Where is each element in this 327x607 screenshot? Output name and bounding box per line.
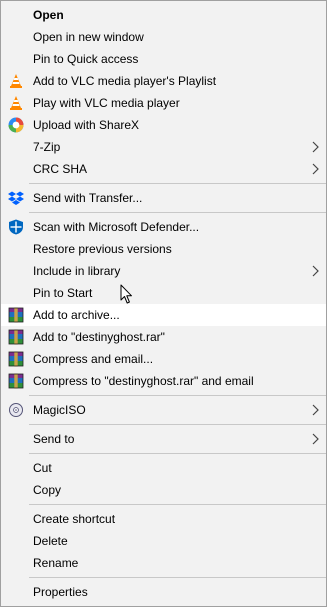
menu-item-label: Copy [33, 483, 62, 497]
menu-item-magiciso[interactable]: MagicISO [1, 399, 326, 421]
menu-item-7zip[interactable]: 7-Zip [1, 136, 326, 158]
menu-item-sharex-upload[interactable]: Upload with ShareX [1, 114, 326, 136]
winrar-icon [8, 329, 24, 345]
chevron-right-icon [312, 265, 319, 277]
menu-item-label: Pin to Start [33, 286, 93, 300]
menu-item-vlc-play[interactable]: Play with VLC media player [1, 92, 326, 114]
menu-item-pin-quick-access[interactable]: Pin to Quick access [1, 48, 326, 70]
chevron-right-icon [312, 141, 319, 153]
menu-item-copy[interactable]: Copy [1, 479, 326, 501]
menu-item-label: Include in library [33, 264, 121, 278]
menu-item-defender-scan[interactable]: Scan with Microsoft Defender... [1, 216, 326, 238]
menu-item-label: 7-Zip [33, 140, 61, 154]
menu-separator [29, 453, 326, 454]
menu-item-label: Add to archive... [33, 308, 120, 322]
dropbox-icon [8, 191, 24, 205]
menu-separator [29, 395, 326, 396]
menu-item-label: Compress and email... [33, 352, 154, 366]
menu-item-label: Add to VLC media player's Playlist [33, 74, 217, 88]
menu-item-vlc-playlist[interactable]: Add to VLC media player's Playlist [1, 70, 326, 92]
menu-separator [29, 504, 326, 505]
menu-item-label: Rename [33, 556, 79, 570]
menu-item-create-shortcut[interactable]: Create shortcut [1, 508, 326, 530]
magiciso-icon [9, 403, 23, 417]
menu-item-compress-to-rar-email[interactable]: Compress to "destinyghost.rar" and email [1, 370, 326, 392]
menu-item-delete[interactable]: Delete [1, 530, 326, 552]
menu-item-open-new-window[interactable]: Open in new window [1, 26, 326, 48]
winrar-icon [8, 307, 24, 323]
menu-item-label: Scan with Microsoft Defender... [33, 220, 200, 234]
chevron-right-icon [312, 433, 319, 445]
sharex-icon [8, 117, 24, 133]
menu-separator [29, 577, 326, 578]
winrar-icon [8, 351, 24, 367]
menu-item-label: CRC SHA [33, 162, 88, 176]
menu-item-add-to-archive[interactable]: Add to archive... [1, 304, 326, 326]
menu-item-label: Cut [33, 461, 52, 475]
menu-item-label: Pin to Quick access [33, 52, 139, 66]
menu-item-pin-start[interactable]: Pin to Start [1, 282, 326, 304]
chevron-right-icon [312, 404, 319, 416]
menu-item-open[interactable]: Open [1, 4, 326, 26]
menu-item-label: Upload with ShareX [33, 118, 140, 132]
menu-separator [29, 183, 326, 184]
menu-item-label: Open in new window [33, 30, 144, 44]
menu-item-rename[interactable]: Rename [1, 552, 326, 574]
menu-item-restore-versions[interactable]: Restore previous versions [1, 238, 326, 260]
menu-item-properties[interactable]: Properties [1, 581, 326, 603]
menu-separator [29, 212, 326, 213]
menu-item-label: Properties [33, 585, 88, 599]
vlc-icon [10, 74, 22, 88]
menu-item-send-with-transfer[interactable]: Send with Transfer... [1, 187, 326, 209]
menu-item-include-library[interactable]: Include in library [1, 260, 326, 282]
menu-item-label: Delete [33, 534, 68, 548]
menu-item-label: MagicISO [33, 403, 86, 417]
menu-item-compress-email[interactable]: Compress and email... [1, 348, 326, 370]
menu-item-label: Open [33, 8, 64, 22]
menu-item-label: Restore previous versions [33, 242, 172, 256]
context-menu: Open Open in new window Pin to Quick acc… [0, 0, 327, 607]
menu-item-crc-sha[interactable]: CRC SHA [1, 158, 326, 180]
menu-item-label: Play with VLC media player [33, 96, 180, 110]
menu-separator [29, 424, 326, 425]
menu-item-send-to[interactable]: Send to [1, 428, 326, 450]
menu-item-label: Send with Transfer... [33, 191, 143, 205]
menu-item-label: Create shortcut [33, 512, 116, 526]
menu-item-label: Compress to "destinyghost.rar" and email [33, 374, 254, 388]
menu-item-add-to-rar[interactable]: Add to "destinyghost.rar" [1, 326, 326, 348]
winrar-icon [8, 373, 24, 389]
defender-icon [9, 219, 23, 235]
menu-item-label: Add to "destinyghost.rar" [33, 330, 165, 344]
menu-item-cut[interactable]: Cut [1, 457, 326, 479]
chevron-right-icon [312, 163, 319, 175]
vlc-icon [10, 96, 22, 110]
menu-item-label: Send to [33, 432, 75, 446]
